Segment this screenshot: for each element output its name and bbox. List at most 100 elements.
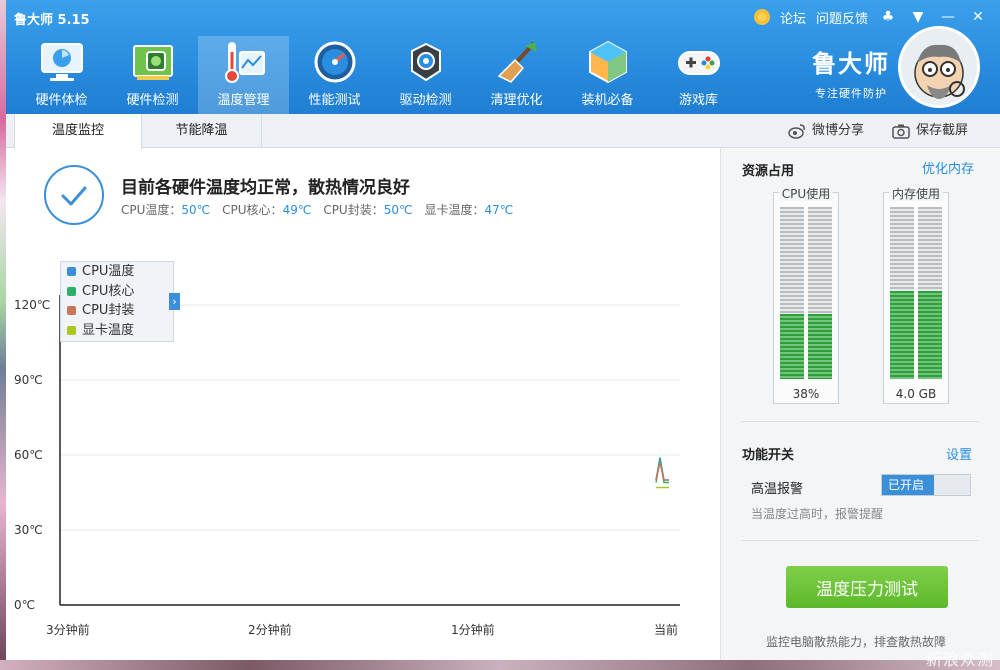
save-screenshot-label: 保存截屏 (916, 123, 969, 138)
brand-slogan: 专注硬件防护 (815, 87, 887, 100)
legend-swatch (67, 267, 76, 277)
nav-performance-test[interactable]: 性能测试 (289, 36, 380, 114)
cpu-usage-meter: CPU使用 38% (773, 187, 839, 404)
speedometer-icon (314, 41, 355, 83)
cpu-bar-fill (780, 313, 804, 379)
nav-hardware-detect[interactable]: 硬件检测 (107, 36, 198, 114)
panel-divider (741, 421, 979, 422)
x-tick-label: 1分钟前 (451, 622, 495, 637)
nav-label: 温度管理 (217, 93, 270, 108)
memory-usage-value: 4.0 GB (895, 387, 937, 401)
nav-essential-software[interactable]: 装机必备 (562, 36, 653, 114)
tab-temperature-monitor[interactable]: 温度监控 (14, 114, 142, 149)
nav-label: 装机必备 (581, 93, 634, 108)
legend-swatch (67, 325, 76, 335)
main-nav: 硬件体检 硬件检测 温度管理 性能测试 驱动检测 清理优化 装机必备 游戏库 (16, 36, 744, 114)
settings-link[interactable]: 设置 (946, 444, 972, 463)
subtab-bar: 温度监控 节能降温 微博分享 保存截屏 (6, 114, 1000, 149)
mascot-avatar[interactable] (898, 26, 980, 108)
legend-swatch (67, 306, 76, 316)
cpu-usage-value: 38% (792, 387, 820, 401)
toggle-off-area (934, 475, 970, 495)
legend-item-cpu-package[interactable]: CPU封装 (61, 301, 173, 321)
close-icon[interactable]: ✕ (968, 9, 988, 25)
nav-label: 性能测试 (308, 93, 361, 108)
temp-item: CPU温度：50℃ (121, 201, 210, 218)
memory-usage-bars (890, 207, 942, 379)
legend-collapse-icon[interactable]: › (169, 293, 180, 310)
save-screenshot-button[interactable]: 保存截屏 (892, 114, 968, 148)
cpu-usage-label: CPU使用 (778, 187, 834, 201)
legend-swatch (67, 286, 76, 296)
broom-icon (497, 42, 537, 83)
watermark-text: 新浪众测 (925, 650, 994, 669)
app-header: 鲁大师 5.15 论坛 问题反馈 ♣ ▼ — ✕ 硬件体检 硬件检测 温度管理 … (6, 0, 1000, 114)
temp-label: CPU温度： (121, 203, 182, 217)
high-temp-alarm-toggle[interactable]: 已开启 (881, 474, 971, 496)
weibo-share-button[interactable]: 微博分享 (788, 114, 864, 148)
temp-item: CPU封装：50℃ (323, 201, 412, 218)
weibo-icon (788, 124, 805, 139)
chart-legend: CPU温度 CPU核心 CPU封装 显卡温度 › (60, 261, 180, 342)
tab-power-saving[interactable]: 节能降温 (142, 114, 262, 148)
forum-link[interactable]: 论坛 (780, 8, 806, 27)
minimize-icon[interactable]: — (938, 9, 958, 25)
y-tick-label: 30℃ (14, 523, 43, 537)
nav-label: 驱动检测 (399, 93, 452, 108)
nav-driver-detect[interactable]: 驱动检测 (380, 36, 471, 114)
features-title: 功能开关 (742, 448, 795, 463)
memory-bar-left (890, 207, 914, 379)
camera-icon (892, 124, 910, 139)
driver-gear-icon (410, 42, 441, 82)
app-window: 鲁大师 5.15 论坛 问题反馈 ♣ ▼ — ✕ 硬件体检 硬件检测 温度管理 … (6, 0, 1000, 660)
cpu-usage-bars (780, 207, 832, 379)
cpu-bar-left (780, 207, 804, 379)
legend-label: 显卡温度 (82, 322, 135, 338)
desktop-background-bottom (0, 660, 1000, 670)
alarm-description: 当温度过高时，报警提醒 (751, 507, 884, 521)
y-tick-label: 120℃ (14, 298, 50, 312)
y-tick-label: 0℃ (14, 598, 35, 612)
status-title: 目前各硬件温度均正常，散热情况良好 (121, 178, 410, 198)
app-title: 鲁大师 5.15 (14, 13, 90, 28)
legend-label: CPU核心 (82, 283, 135, 299)
stress-test-button[interactable]: 温度压力测试 (786, 566, 948, 608)
panel-divider (741, 540, 979, 541)
titlebar-controls: 论坛 问题反馈 ♣ ▼ — ✕ (753, 6, 988, 28)
menu-dropdown-icon[interactable]: ▼ (908, 9, 928, 25)
legend-item-gpu-temp[interactable]: 显卡温度 (61, 321, 173, 341)
toggle-on-label: 已开启 (882, 475, 934, 495)
gamepad-icon (677, 51, 720, 75)
optimize-memory-link[interactable]: 优化内存 (922, 158, 974, 177)
y-tick-label: 90℃ (14, 373, 43, 387)
temp-value: 49℃ (282, 203, 312, 217)
memory-usage-meter: 内存使用 4.0 GB (883, 187, 949, 404)
temp-item: 显卡温度：47℃ (424, 201, 513, 218)
memory-bar-right (918, 207, 942, 379)
thermometer-icon (224, 42, 265, 83)
legend-item-cpu-core[interactable]: CPU核心 (61, 282, 173, 302)
nav-clean-optimize[interactable]: 清理优化 (471, 36, 562, 114)
nav-game-library[interactable]: 游戏库 (653, 36, 744, 114)
box-icon (588, 40, 627, 84)
legend-item-cpu-temp[interactable]: CPU温度 (61, 262, 173, 282)
nav-hardware-checkup[interactable]: 硬件体检 (16, 36, 107, 114)
temp-label: CPU核心： (222, 203, 283, 217)
memory-bar-fill (918, 291, 942, 379)
resources-title: 资源占用 (742, 164, 795, 179)
cpu-bar-fill (808, 313, 832, 379)
stress-test-description: 监控电脑散热能力，排查散热故障 (766, 635, 947, 649)
x-tick-label: 当前 (654, 622, 678, 637)
mascot-icon (914, 44, 965, 99)
feedback-link[interactable]: 问题反馈 (816, 8, 868, 27)
x-tick-label: 2分钟前 (248, 622, 292, 637)
skin-icon[interactable]: ♣ (878, 9, 898, 25)
monitor-icon (40, 43, 83, 81)
medal-icon[interactable] (753, 9, 770, 25)
status-ok-icon (44, 165, 104, 225)
high-temp-alarm-label: 高温报警 (751, 482, 804, 497)
y-tick-label: 60℃ (14, 448, 43, 462)
nav-label: 硬件检测 (126, 93, 179, 108)
brand-name: 鲁大师 (812, 50, 890, 78)
nav-temperature-management[interactable]: 温度管理 (198, 36, 289, 114)
